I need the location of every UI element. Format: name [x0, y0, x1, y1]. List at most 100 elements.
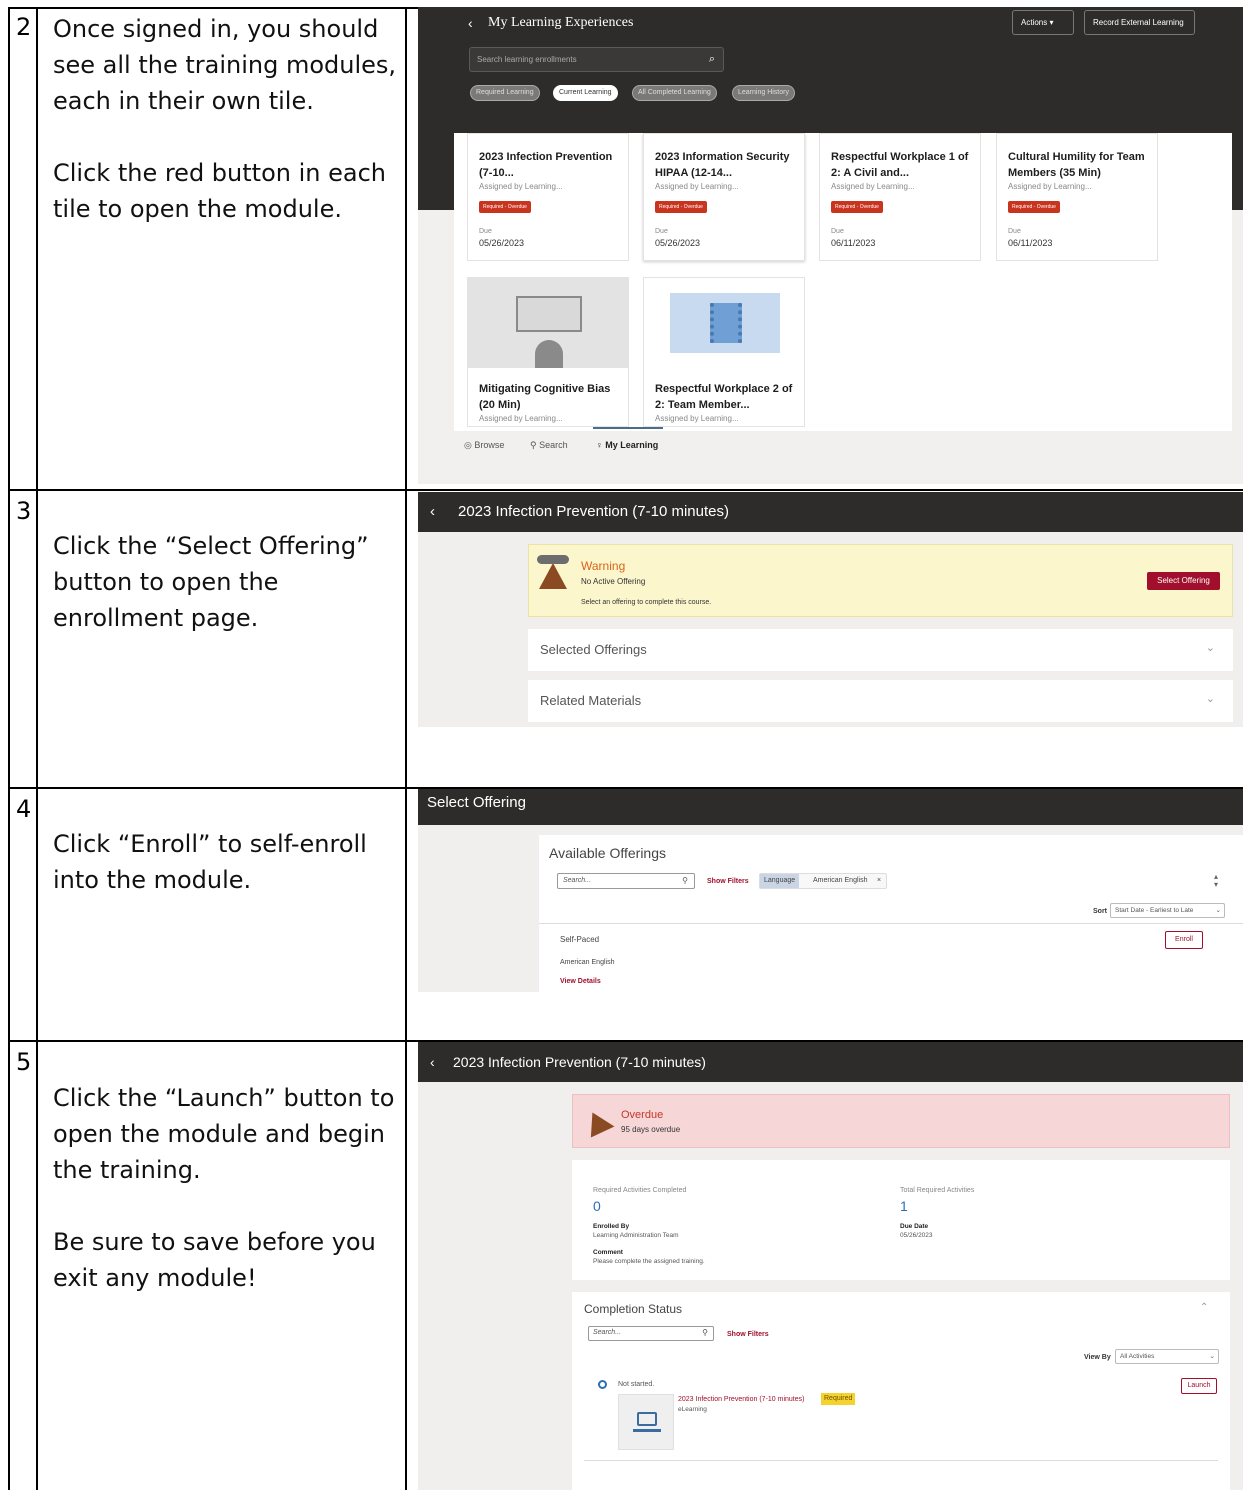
total-required-label: Total Required Activities [900, 1187, 975, 1194]
chip-current-learning[interactable]: Current Learning [553, 85, 618, 101]
status-ring-icon [598, 1380, 607, 1389]
course-header: ‹ 2023 Infection Prevention (7-10 minute… [418, 1042, 1243, 1082]
language-filter-chip[interactable]: Language American English × [759, 873, 887, 889]
record-external-learning-button[interactable]: Record External Learning [1084, 10, 1195, 35]
total-required-value: 1 [900, 1198, 908, 1214]
chevron-down-icon: ⌄ [1209, 1353, 1215, 1360]
my-learning-screenshot: ‹ My Learning Experiences Actions ▾ Reco… [418, 7, 1243, 484]
overdue-banner: Overdue 95 days overdue [572, 1094, 1230, 1148]
comment-value: Please complete the assigned training. [593, 1258, 705, 1265]
tile-title: Respectful Workplace 2 of 2: Team Member… [655, 383, 793, 411]
search-placeholder: Search learning enrollments [477, 55, 577, 64]
chevron-left-icon[interactable]: ‹ [468, 15, 473, 31]
learning-tile[interactable]: Mitigating Cognitive Bias (20 Min) Assig… [467, 277, 629, 427]
activity-title-link[interactable]: 2023 Infection Prevention (7-10 minutes) [678, 1396, 804, 1403]
warning-illustration-icon [539, 563, 567, 589]
sort-label: Sort [1093, 908, 1107, 915]
step-number-3: 3 [16, 497, 32, 525]
course-title: 2023 Infection Prevention (7-10 minutes) [458, 503, 729, 520]
due-date: 05/26/2023 [479, 238, 525, 248]
select-offering-button[interactable]: Select Offering [1147, 572, 1220, 590]
course-page-screenshot: ‹ 2023 Infection Prevention (7-10 minute… [418, 492, 1243, 727]
search-icon[interactable]: ⚲ [682, 876, 688, 885]
chevron-up-icon[interactable]: ⌃ [1200, 1302, 1208, 1313]
tile-assigned: Assigned by Learning... [655, 414, 739, 423]
filter-value: American English [813, 877, 868, 884]
launch-page-screenshot: ‹ 2023 Infection Prevention (7-10 minute… [418, 1042, 1243, 1490]
learning-tile[interactable]: Cultural Humility for Team Members (35 M… [996, 133, 1158, 261]
table-border-left [8, 7, 10, 1490]
completion-status-panel: Completion Status ⌃ Search... ⚲ Show Fil… [572, 1292, 1230, 1490]
required-overdue-button[interactable]: Required - Overdue [1008, 201, 1060, 213]
chevron-left-icon[interactable]: ‹ [430, 492, 435, 532]
show-filters-link[interactable]: Show Filters [707, 878, 749, 885]
comment-label: Comment [593, 1249, 623, 1256]
offering-search-input[interactable]: Search... ⚲ [557, 873, 695, 889]
show-filters-link[interactable]: Show Filters [727, 1331, 769, 1338]
warning-subtitle: No Active Offering [581, 577, 646, 586]
offering-language: American English [560, 959, 615, 966]
activity-thumbnail [618, 1394, 674, 1450]
chevron-down-icon: ⌄ [1215, 907, 1221, 914]
step-number-2: 2 [16, 13, 32, 41]
laptop-base [633, 1429, 661, 1432]
nav-my-learning[interactable]: ♀ My Learning [596, 440, 658, 450]
chevron-down-icon: ⌄ [1205, 642, 1215, 654]
actions-button[interactable]: Actions ▾ [1012, 10, 1074, 35]
chevron-left-icon[interactable]: ‹ [430, 1042, 435, 1082]
required-overdue-button[interactable]: Required - Overdue [831, 201, 883, 213]
table-border-middle [36, 7, 38, 1490]
overdue-illustration-icon [581, 1106, 615, 1138]
chip-all-completed-learning[interactable]: All Completed Learning [632, 85, 717, 101]
lightbulb-icon: ♀ [596, 440, 606, 450]
related-materials-accordion[interactable]: Related Materials ⌄ [528, 680, 1233, 722]
learning-tile[interactable]: Respectful Workplace 2 of 2: Team Member… [643, 277, 805, 427]
search-icon[interactable]: ⚲ [702, 1328, 708, 1337]
step-3-instructions: Click the “Select Offering” button to op… [53, 528, 403, 672]
tile-title: 2023 Infection Prevention (7-10... [479, 151, 613, 179]
chip-required-learning[interactable]: Required Learning [470, 85, 540, 101]
close-icon[interactable]: × [877, 877, 881, 884]
table-border-row-1 [8, 489, 1243, 491]
scroll-arrows-icon[interactable]: ▴ ▾ [1214, 873, 1218, 889]
nav-search[interactable]: ⚲ Search [530, 440, 568, 451]
nav-browse[interactable]: ◎ Browse [464, 440, 504, 451]
divider [584, 1460, 1218, 1461]
film-icon [710, 303, 742, 343]
due-date: 05/26/2023 [655, 238, 701, 248]
enrollment-summary-card: Required Activities Completed 0 Total Re… [572, 1160, 1230, 1280]
search-icon[interactable]: ⌕ [709, 53, 715, 66]
learning-tile[interactable]: 2023 Information Security HIPAA (12-14..… [643, 133, 805, 261]
sort-select[interactable]: Start Date - Earliest to Late ⌄ [1110, 903, 1225, 918]
tile-title: 2023 Information Security HIPAA (12-14..… [655, 151, 790, 179]
required-overdue-button[interactable]: Required - Overdue [479, 201, 531, 213]
warning-title: Warning [581, 559, 626, 573]
tile-assigned: Assigned by Learning... [1008, 182, 1092, 191]
required-overdue-button[interactable]: Required - Overdue [655, 201, 707, 213]
view-details-link[interactable]: View Details [560, 978, 601, 985]
learning-tile[interactable]: 2023 Infection Prevention (7-10... Assig… [467, 133, 629, 261]
overdue-text: 95 days overdue [621, 1125, 681, 1134]
view-by-select[interactable]: All Activities ⌄ [1115, 1349, 1219, 1364]
step-2-text-2: Click the red button in each tile to ope… [53, 159, 386, 223]
eye-icon: ◎ [464, 440, 475, 450]
enroll-button[interactable]: Enroll [1165, 931, 1203, 949]
search-input[interactable]: Search learning enrollments ⌕ [469, 47, 724, 72]
launch-button[interactable]: Launch [1181, 1378, 1217, 1394]
tile-assigned: Assigned by Learning... [655, 182, 739, 191]
page-title: My Learning Experiences [488, 15, 634, 30]
chip-learning-history[interactable]: Learning History [732, 85, 795, 101]
tile-assigned: Assigned by Learning... [479, 182, 563, 191]
due-date: 06/11/2023 [1008, 238, 1053, 248]
instruction-table: 2 3 4 5 Once signed in, you should see a… [8, 7, 1243, 1490]
activity-search-input[interactable]: Search... ⚲ [588, 1326, 714, 1341]
select-offering-screenshot: Select Offering Available Offerings Sear… [418, 789, 1243, 992]
tile-assigned: Assigned by Learning... [831, 182, 915, 191]
avatar-icon [535, 340, 563, 368]
learning-tile[interactable]: Respectful Workplace 1 of 2: A Civil and… [819, 133, 981, 261]
required-completed-value: 0 [593, 1198, 601, 1214]
search-icon: ⚲ [530, 440, 540, 450]
step-4-text-1: Click “Enroll” to self-enroll into the m… [53, 830, 367, 894]
tile-title: Cultural Humility for Team Members (35 M… [1008, 151, 1145, 179]
selected-offerings-accordion[interactable]: Selected Offerings ⌄ [528, 629, 1233, 671]
